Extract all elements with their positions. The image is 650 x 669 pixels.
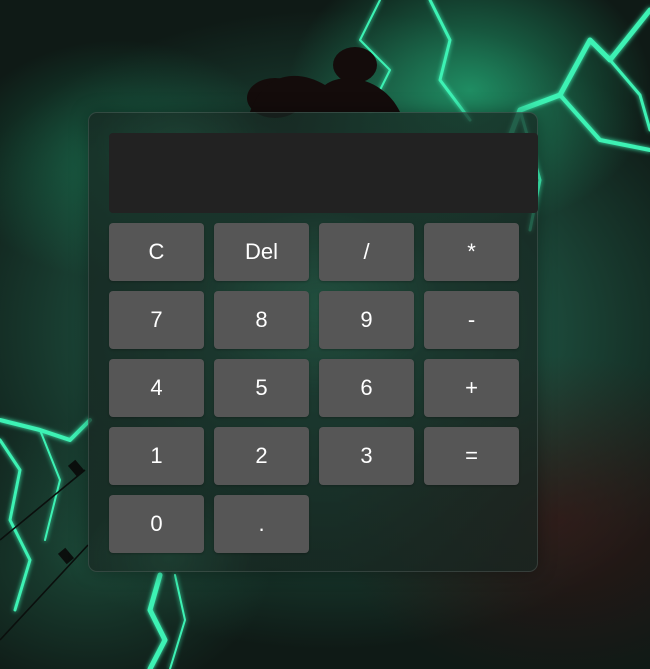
add-button[interactable]: + [424,359,519,417]
equals-button[interactable]: = [424,427,519,485]
digit-6-button[interactable]: 6 [319,359,414,417]
clear-button[interactable]: C [109,223,204,281]
digit-5-button[interactable]: 5 [214,359,309,417]
calculator-panel: C Del / * 7 8 9 - 4 5 6 + 1 2 3 = 0 . [88,112,538,572]
calculator-keypad: C Del / * 7 8 9 - 4 5 6 + 1 2 3 = 0 . [109,223,519,553]
calculator-display [109,133,538,213]
delete-button[interactable]: Del [214,223,309,281]
digit-9-button[interactable]: 9 [319,291,414,349]
digit-2-button[interactable]: 2 [214,427,309,485]
decimal-button[interactable]: . [214,495,309,553]
digit-0-button[interactable]: 0 [109,495,204,553]
divide-button[interactable]: / [319,223,414,281]
digit-4-button[interactable]: 4 [109,359,204,417]
digit-1-button[interactable]: 1 [109,427,204,485]
digit-3-button[interactable]: 3 [319,427,414,485]
digit-8-button[interactable]: 8 [214,291,309,349]
subtract-button[interactable]: - [424,291,519,349]
digit-7-button[interactable]: 7 [109,291,204,349]
multiply-button[interactable]: * [424,223,519,281]
